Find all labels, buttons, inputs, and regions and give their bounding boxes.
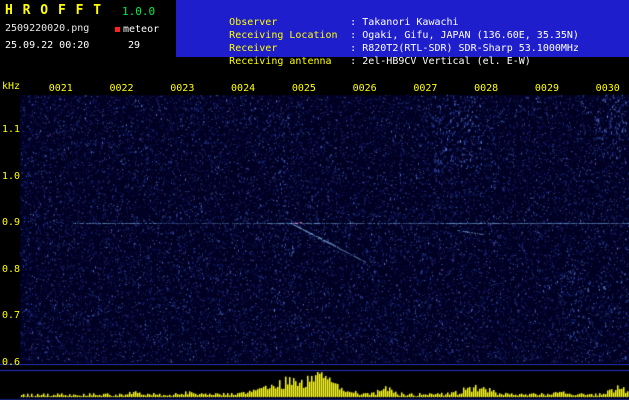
hrofft-window: H R O F F T 1.0.0 2509220020.png meteor …: [0, 0, 629, 400]
time-tick-label: 0021: [48, 83, 73, 94]
y-axis-unit-label: kHz: [2, 81, 21, 92]
spectrogram-canvas: [0, 75, 629, 400]
info-value: : Ogaki, Gifu, JAPAN (136.60E, 35.35N): [350, 30, 579, 41]
info-label: Receiving Location: [229, 30, 338, 41]
mode-indicator: meteor: [115, 24, 159, 35]
spectrogram-panel: kHz 0021 0022 0023 0024 0025 0026 0027 0028 0029…: [0, 75, 629, 400]
info-value: : 2el-HB9CV Vertical (el. E-W): [350, 56, 531, 67]
record-dot-icon: [115, 27, 120, 32]
echo-count: 29: [128, 40, 141, 51]
freq-tick-label: 1.1: [2, 124, 21, 135]
app-version: 1.0.0: [122, 5, 156, 18]
output-filename: 2509220020.png: [5, 23, 90, 34]
info-value: : R820T2(RTL-SDR) SDR-Sharp 53.1000MHz: [350, 43, 579, 54]
app-title: H R O F F T: [5, 3, 103, 18]
time-tick-label: 0030: [595, 83, 620, 94]
time-tick-label: 0025: [291, 83, 316, 94]
freq-tick-label: 0.8: [2, 263, 21, 275]
info-label: Observer: [229, 17, 278, 28]
freq-tick-label: 0.7: [2, 310, 21, 321]
time-tick-label: 0029: [534, 83, 559, 94]
app-info-panel: H R O F F T 1.0.0 2509220020.png meteor …: [0, 0, 176, 75]
time-tick-label: 0028: [474, 83, 499, 94]
observation-datetime: 25.09.22 00:20: [5, 40, 90, 51]
freq-tick-label: 0.6: [2, 356, 21, 368]
time-tick-label: 0022: [109, 83, 134, 94]
mode-label: meteor: [123, 24, 160, 35]
freq-tick-label: 0.9: [2, 217, 21, 228]
info-label: Receiver: [229, 43, 278, 54]
freq-tick-label: 1.0: [2, 170, 21, 182]
observer-info-panel: Observer : Takanori Kawachi Receiving Loc…: [176, 0, 629, 67]
info-label: Receiving antenna: [229, 56, 332, 67]
time-tick-label: 0023: [170, 83, 195, 94]
info-row: Observer : Takanori Kawachi: [181, 3, 629, 28]
info-value: : Takanori Kawachi: [350, 17, 459, 28]
time-tick-label: 0024: [231, 83, 256, 94]
time-tick-label: 0027: [413, 83, 438, 94]
header: H R O F F T 1.0.0 2509220020.png meteor …: [0, 0, 629, 75]
time-tick-label: 0026: [352, 83, 377, 94]
